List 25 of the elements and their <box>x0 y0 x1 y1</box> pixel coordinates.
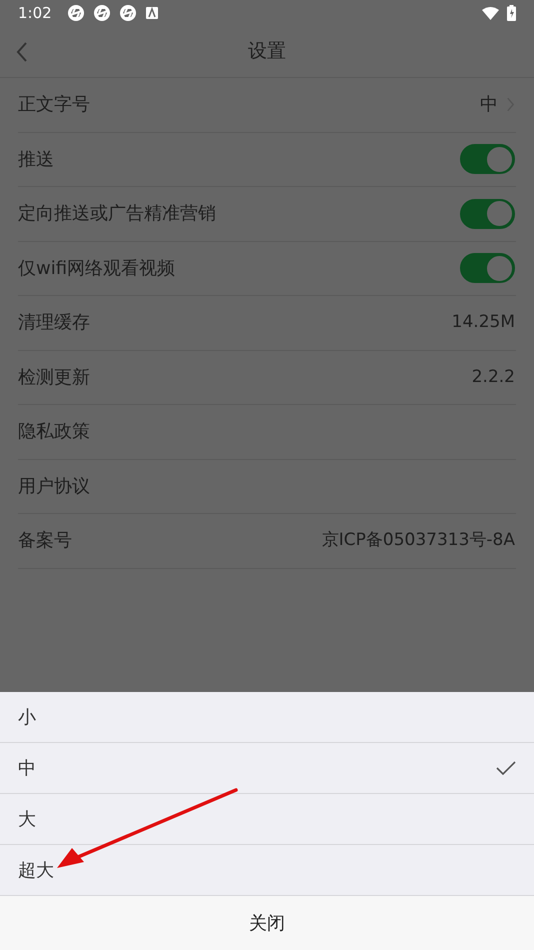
setting-label: 定向推送或广告精准营销 <box>18 202 216 226</box>
wifi-icon <box>482 6 499 20</box>
setting-label: 推送 <box>18 148 54 172</box>
setting-label: 用户协议 <box>18 474 90 499</box>
toggle-switch[interactable] <box>460 253 515 284</box>
status-time: 1:02 <box>18 2 52 24</box>
setting-value: 14.25M <box>452 311 515 334</box>
close-button[interactable]: 关闭 <box>0 896 534 950</box>
setting-value: 2.2.2 <box>472 366 515 388</box>
page-title: 设置 <box>248 39 286 64</box>
notification-icon <box>146 7 158 19</box>
setting-value: 中 <box>480 93 498 118</box>
setting-label: 正文字号 <box>18 93 90 118</box>
setting-label: 备案号 <box>18 529 72 554</box>
setting-label: 仅wifi网络观看视频 <box>18 256 176 281</box>
toggle-switch[interactable] <box>460 144 515 174</box>
aperture-icon <box>68 5 84 21</box>
setting-label: 清理缓存 <box>18 311 90 336</box>
battery-icon <box>507 5 516 21</box>
aperture-icon <box>120 5 136 21</box>
setting-value: 京ICP备05037313号-8A <box>322 529 515 552</box>
toggle-switch[interactable] <box>460 198 515 229</box>
aperture-icon <box>94 5 110 21</box>
setting-label: 隐私政策 <box>18 420 90 444</box>
setting-label: 检测更新 <box>18 366 90 390</box>
